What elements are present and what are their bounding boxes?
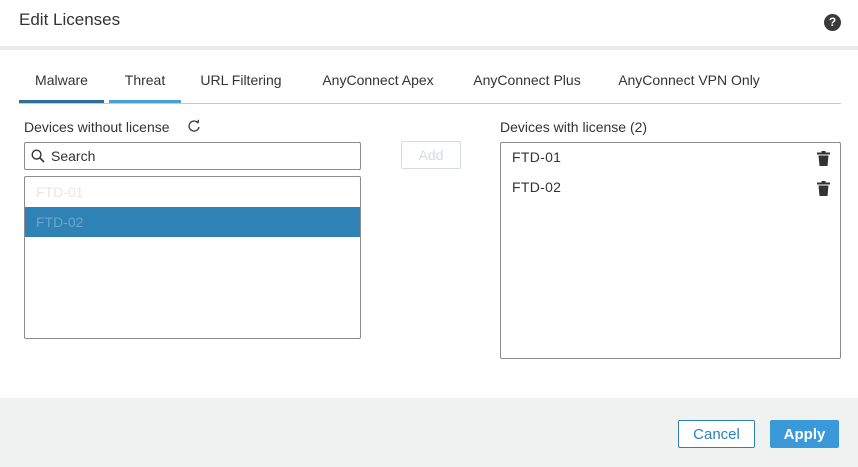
search-input[interactable] [51,145,351,167]
device-label: FTD-02 [512,179,562,195]
devices-with-license-label: Devices with license (2) [500,119,648,135]
header-divider [0,46,858,50]
add-button[interactable]: Add [401,141,461,169]
search-field[interactable] [24,142,361,170]
cancel-button[interactable]: Cancel [678,420,755,448]
trash-icon[interactable] [817,151,830,166]
tab-malware[interactable]: Malware [19,60,104,103]
dialog-footer: Cancel Apply [0,398,858,467]
device-label: FTD-01 [512,149,562,165]
list-item: FTD-01 [501,143,840,173]
tab-anyconnect-apex[interactable]: AnyConnect Apex [311,60,445,103]
list-item[interactable]: FTD-01 [25,177,360,207]
devices-without-license-label: Devices without license [24,119,170,135]
licensed-devices-list: FTD-01 FTD-02 [500,142,841,359]
refresh-icon[interactable] [186,118,202,134]
dialog-title: Edit Licenses [19,10,121,29]
dialog-header: Edit Licenses ? [0,0,858,48]
list-item: FTD-02 [501,173,840,203]
search-icon [31,149,45,163]
license-tabs: Malware Threat URL Filtering AnyConnect … [19,60,841,104]
tab-anyconnect-vpn-only[interactable]: AnyConnect VPN Only [609,60,769,103]
list-item-selected[interactable]: FTD-02 [25,207,360,237]
available-devices-list: FTD-01 FTD-02 [24,176,361,339]
tab-url-filtering[interactable]: URL Filtering [191,60,291,103]
tab-threat[interactable]: Threat [109,60,181,103]
trash-icon[interactable] [817,181,830,196]
help-icon[interactable]: ? [824,14,841,31]
apply-button[interactable]: Apply [770,420,839,448]
tab-anyconnect-plus[interactable]: AnyConnect Plus [465,60,589,103]
